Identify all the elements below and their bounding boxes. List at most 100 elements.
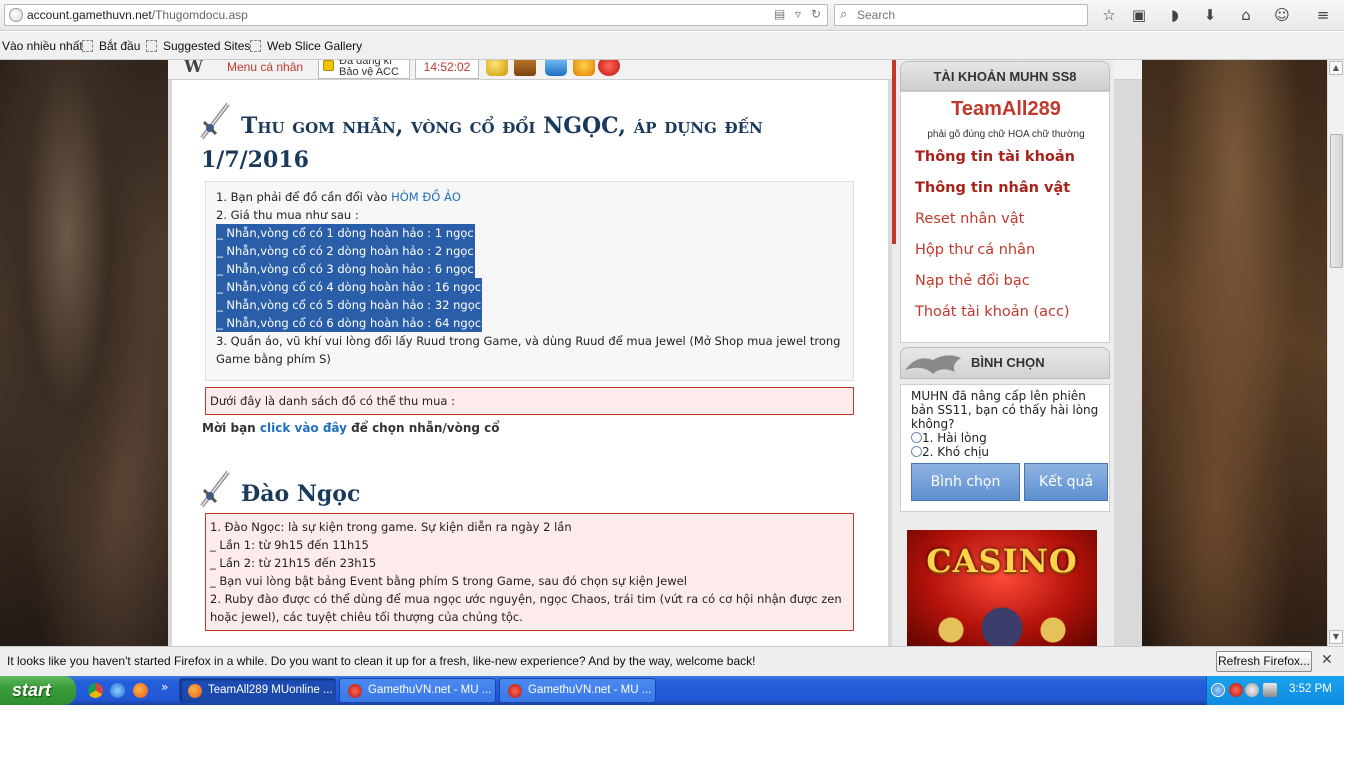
vote-option-unsatisfied[interactable]: 2. Khó chịu [911, 445, 989, 459]
sidebar-link-account-info[interactable]: Thông tin tài khoản [915, 149, 1075, 165]
close-icon[interactable]: ✕ [1321, 652, 1333, 668]
price-row: _ Nhẫn,vòng cổ có 6 dòng hoàn hảo : 64 n… [216, 314, 483, 332]
rule-line-3: 3. Quần áo, vũ khí vui lòng đổi lấy Ruud… [216, 334, 841, 366]
reload-icon[interactable]: ↻ [811, 7, 821, 21]
right-background-art [1142, 60, 1327, 646]
internet-explorer-icon[interactable] [110, 683, 125, 698]
bookmark-star-icon[interactable]: ☆ [1098, 5, 1120, 25]
power-icon[interactable] [598, 60, 620, 76]
acc-protection-label: Đã đăng kí Bảo vệ ACC [339, 60, 399, 78]
scroll-thumb[interactable] [1330, 134, 1343, 268]
quicklaunch-expand-icon[interactable]: » [161, 680, 168, 694]
firefox-icon[interactable] [133, 683, 148, 698]
section2-title: Đào Ngọc [241, 481, 361, 507]
server-clock: 14:52:02 [415, 60, 479, 79]
bookmark-label: Bắt đầu [99, 39, 141, 53]
dropdown-arrow-icon[interactable]: ▿ [795, 7, 801, 21]
sidebar-link-topup[interactable]: Nạp thẻ đổi bạc [915, 273, 1030, 289]
results-button[interactable]: Kết quả [1024, 463, 1108, 501]
taskbar-item-gamethuvn-1[interactable]: GamethuVN.net - MU ... [339, 678, 496, 703]
casino-banner-text: CASINO [926, 542, 1078, 580]
chrome-icon[interactable] [88, 683, 103, 698]
casino-chips-art [917, 606, 1087, 646]
home-icon[interactable]: ⌂ [1235, 5, 1257, 25]
search-icon: ⌕ [840, 7, 848, 22]
smiley-icon[interactable] [573, 60, 595, 76]
system-tray: 3:52 PM [1206, 676, 1344, 705]
taskbar-item-label: TeamAll289 MUonline ... [208, 684, 333, 696]
chest-icon[interactable] [514, 60, 536, 76]
bookmark-web-slice-gallery[interactable]: Web Slice Gallery [250, 39, 362, 53]
taskbar-item-teamall[interactable]: TeamAll289 MUonline ... [179, 678, 336, 703]
bookmark-page-icon [82, 40, 93, 52]
event-line: _ Bạn vui lòng bật bảng Event bằng phím … [210, 574, 687, 588]
mu-game-tray-icon[interactable] [1229, 683, 1243, 697]
taskbar-item-label: GamethuVN.net - MU ... [528, 684, 652, 696]
bookmark-suggested-sites[interactable]: Suggested Sites [146, 39, 250, 53]
bookmark-label: Web Slice Gallery [267, 39, 363, 53]
bookmark-most-visited[interactable]: Vào nhiều nhất [2, 39, 83, 53]
refresh-firefox-button[interactable]: Refresh Firefox... [1216, 651, 1312, 672]
price-row: _ Nhẫn,vòng cổ có 2 dòng hoàn hảo : 2 ng… [216, 242, 475, 260]
screen: account.gamethuvn.net/Thugomdocu.asp ▤ ▿… [0, 0, 1366, 768]
account-panel: TeamAll289 phải gõ đúng chữ HOA chữ thườ… [900, 91, 1110, 343]
firefox-icon [188, 684, 202, 698]
refresh-notification-bar: It looks like you haven't started Firefo… [0, 646, 1344, 676]
page-scrollbar[interactable]: ▲ ▼ [1327, 60, 1344, 646]
vote-button[interactable]: Bình chọn [911, 463, 1020, 501]
purchasable-list-notice: Dưới đây là danh sách đồ có thể thu mua … [205, 387, 854, 415]
radio-button[interactable] [911, 432, 922, 443]
sidebar-link-inbox[interactable]: Hộp thư cá nhân [915, 242, 1035, 258]
globe-icon [9, 8, 23, 22]
vote-option-satisfied[interactable]: 1. Hài lòng [911, 431, 987, 445]
section1-title-line2: 1/7/2016 [201, 147, 309, 173]
event-line: _ Lần 1: từ 9h15 đến 11h15 [210, 538, 369, 552]
sidebar-link-character-info[interactable]: Thông tin nhân vật [915, 180, 1070, 196]
virtual-chest-link[interactable]: HÒM ĐỒ ẢO [391, 190, 461, 204]
bookmark-page-icon [146, 40, 157, 52]
taskbar-item-gamethuvn-2[interactable]: GamethuVN.net - MU ... [499, 678, 656, 703]
start-button[interactable]: start [0, 676, 76, 705]
pocket-icon[interactable]: ◗ [1164, 5, 1186, 25]
account-sidebar: TÀI KHOẢN MUHN SS8 TeamAll289 phải gõ đú… [892, 60, 1114, 646]
main-content: Thu gom nhẫn, vòng cổ đổi NGỌC, áp dụng … [172, 80, 888, 646]
vote-panel: MUHN đã nâng cấp lên phiên bản SS11, bạn… [900, 384, 1110, 512]
prompt-prefix: Mời bạn [202, 421, 260, 435]
menu-icon[interactable]: ≡ [1312, 5, 1334, 25]
scroll-down-arrow-icon[interactable]: ▼ [1329, 630, 1343, 644]
reader-view-icon[interactable]: ▤ [774, 7, 785, 21]
purchase-rules-panel: 1. Bạn phải để đồ cần đổi vào HÒM ĐỒ ẢO … [205, 181, 854, 381]
sidebar-link-logout[interactable]: Thoát tài khoản (acc) [915, 304, 1070, 320]
sidebar-link-reset-character[interactable]: Reset nhân vật [915, 211, 1024, 227]
network-tray-icon[interactable] [1245, 683, 1259, 697]
gold-coins-icon[interactable] [486, 60, 508, 76]
click-here-link[interactable]: click vào đây [260, 421, 347, 435]
event-line: _ Lần 2: từ 21h15 đến 23h15 [210, 556, 377, 570]
bookmark-getting-started[interactable]: Bắt đầu [82, 39, 140, 53]
vote-question: MUHN đã nâng cấp lên phiên bản SS11, bạn… [911, 389, 1099, 431]
account-header: TÀI KHOẢN MUHN SS8 [900, 61, 1110, 91]
tray-expand-icon[interactable] [1211, 683, 1225, 697]
chat-icon[interactable]: ☺ [1271, 5, 1293, 25]
bookmarks-list-icon[interactable]: ▣ [1128, 5, 1150, 25]
jewel-event-panel: 1. Đào Ngọc: là sự kiện trong game. Sự k… [205, 513, 854, 631]
acc-protection-badge[interactable]: Đã đăng kí Bảo vệ ACC [318, 60, 410, 79]
taskbar-item-label: GamethuVN.net - MU ... [368, 684, 492, 696]
download-icon[interactable]: ⬇ [1199, 5, 1221, 25]
site-logo-icon: W [184, 60, 204, 77]
scroll-up-arrow-icon[interactable]: ▲ [1329, 61, 1343, 75]
price-row: _ Nhẫn,vòng cổ có 1 dòng hoàn hảo : 1 ng… [216, 224, 475, 242]
page-viewport: W Menu cá nhân Đã đăng kí Bảo vệ ACC 14:… [0, 60, 1327, 646]
radio-button[interactable] [911, 446, 922, 457]
rule-line-1: 1. Bạn phải để đồ cần đổi vào HÒM ĐỒ ẢO [216, 188, 843, 206]
shop-cart-icon[interactable] [545, 60, 567, 76]
casino-banner[interactable]: CASINO [907, 530, 1097, 646]
url-bar[interactable]: account.gamethuvn.net/Thugomdocu.asp ▤ ▿… [4, 4, 828, 26]
price-row: _ Nhẫn,vòng cổ có 3 dòng hoàn hảo : 6 ng… [216, 260, 475, 278]
search-box[interactable]: ⌕ [834, 4, 1088, 26]
search-input[interactable] [857, 7, 1077, 23]
computer-tray-icon[interactable] [1263, 683, 1277, 697]
personal-menu-link[interactable]: Menu cá nhân [227, 60, 303, 74]
username: TeamAll289 [951, 98, 1061, 120]
vote-title: BÌNH CHỌN [971, 355, 1045, 370]
